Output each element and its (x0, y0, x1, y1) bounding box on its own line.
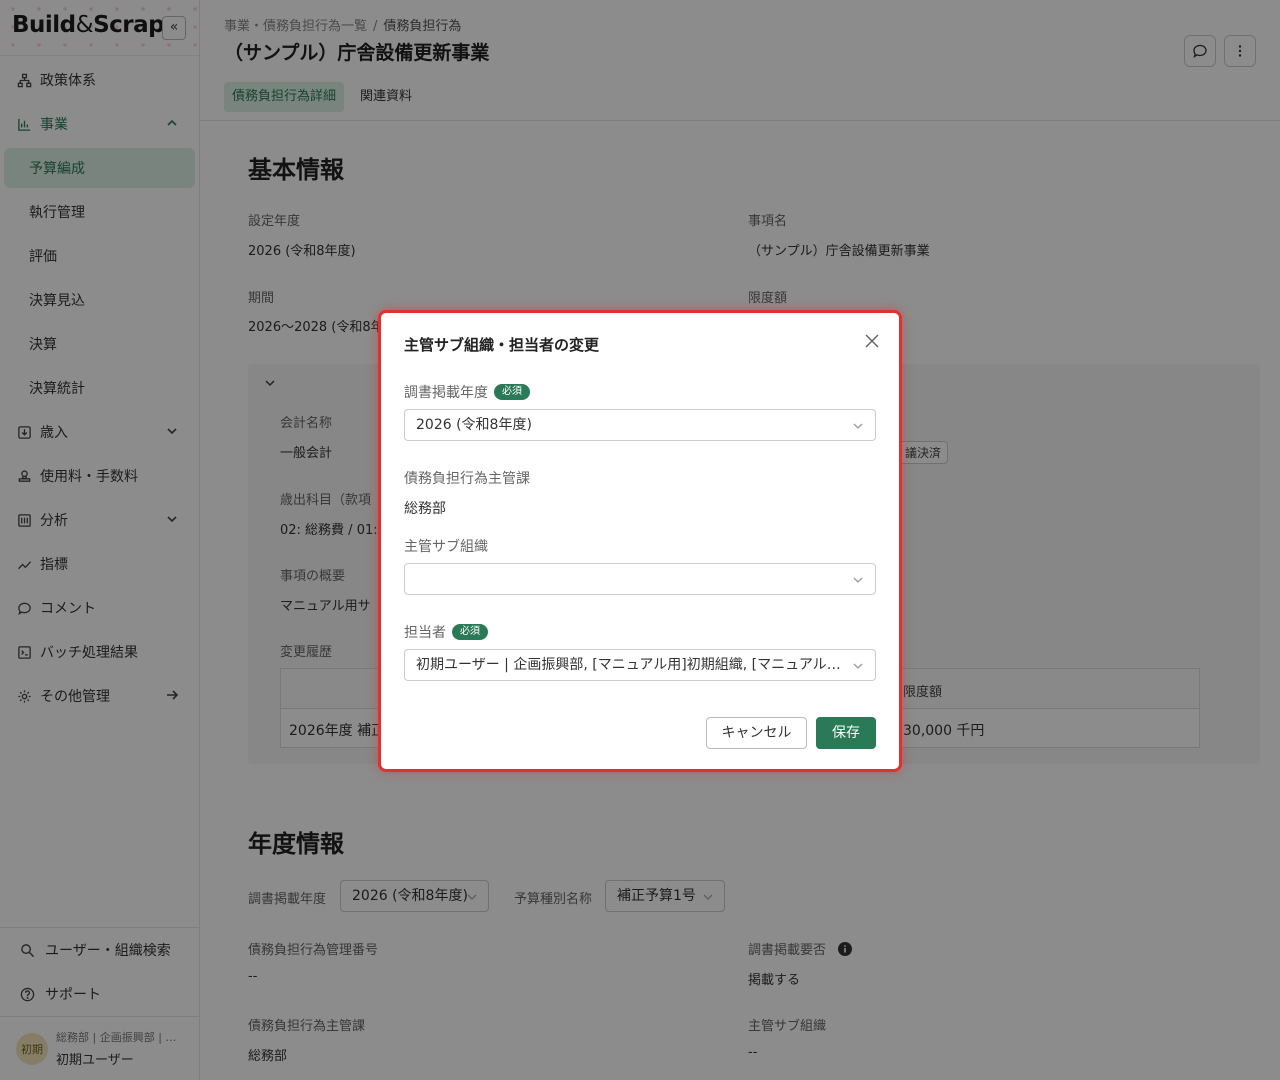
chevron-down-icon (853, 663, 863, 669)
modal-value-dept: 総務部 (404, 501, 446, 517)
required-badge: 必須 (452, 624, 488, 640)
modal-label-suborg: 主管サブ組織 (404, 539, 488, 555)
assignee-dropdown[interactable]: 初期ユーザー | 企画振興部, [マニュアル用]初期組織, [マニュアル用… (404, 649, 876, 681)
required-badge: 必須 (494, 384, 530, 400)
cancel-button[interactable]: キャンセル (706, 717, 807, 749)
modal-label-dept: 債務負担行為主管課 (404, 471, 530, 487)
modal-label-assignee: 担当者 必須 (404, 622, 488, 642)
chevron-down-icon (853, 423, 863, 429)
modal-title: 主管サブ組織・担当者の変更 (404, 336, 600, 354)
suborg-dropdown[interactable] (404, 563, 876, 595)
save-button[interactable]: 保存 (816, 717, 876, 749)
assignee-dropdown-value: 初期ユーザー | 企画振興部, [マニュアル用]初期組織, [マニュアル用… (416, 657, 855, 673)
pub-year-dropdown[interactable]: 2026 (令和8年度) (404, 409, 876, 441)
assignee-label-text: 担当者 (404, 625, 446, 641)
chevron-down-icon (853, 577, 863, 583)
pub-year-label-text: 調書掲載年度 (404, 385, 488, 401)
modal-label-pub-year: 調書掲載年度 必須 (404, 382, 530, 402)
close-icon[interactable] (862, 331, 882, 351)
pub-year-dropdown-value: 2026 (令和8年度) (416, 417, 532, 433)
change-suborg-assignee-modal: 主管サブ組織・担当者の変更 調書掲載年度 必須 2026 (令和8年度) 債務負… (381, 313, 899, 769)
